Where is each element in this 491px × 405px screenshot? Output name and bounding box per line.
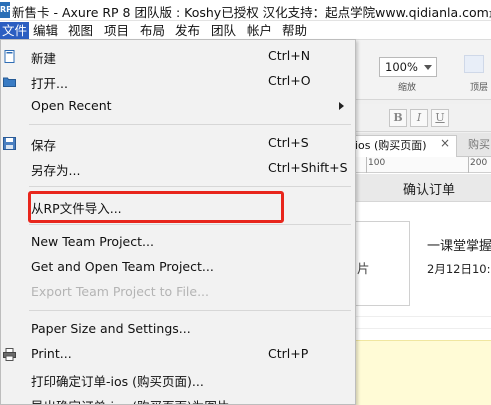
window-title: 新售卡 - Axure RP 8 团队版 : Koshy已授权 汉化支持：起点学… — [12, 5, 491, 20]
menu-separator — [29, 186, 351, 187]
menu-separator — [29, 310, 351, 311]
highlight-box — [28, 191, 284, 223]
menu-item-label: Open Recent — [31, 98, 112, 113]
divider — [350, 328, 491, 329]
new-file-icon — [4, 50, 15, 63]
menu-item-label: 保存 — [31, 138, 57, 153]
menu-item-label: Export Team Project to File... — [31, 284, 210, 299]
menu-item-get-open-team-project[interactable]: Get and Open Team Project... — [1, 255, 355, 279]
chevron-down-icon — [424, 65, 432, 70]
menu-separator — [29, 124, 351, 125]
menu-item-save-as[interactable]: 另存为... Ctrl+Shift+S — [1, 156, 355, 180]
zoom-value: 100% — [385, 60, 418, 74]
menu-item-label: 新建 — [31, 51, 57, 66]
menu-separator — [29, 224, 351, 225]
underline-button[interactable]: U — [431, 109, 449, 127]
menu-item-shortcut: Ctrl+S — [268, 135, 309, 150]
ruler-tick — [366, 157, 367, 173]
menu-item-new[interactable]: 新建 Ctrl+N — [1, 44, 355, 68]
menu-item-label: 打印确定订单-ios (购买页面)... — [31, 374, 204, 389]
divider — [350, 316, 491, 317]
top-layer-label: 顶层 — [470, 83, 489, 93]
menu-item-label: 另存为... — [31, 163, 81, 178]
tab-purchase[interactable]: 购买 — [464, 135, 491, 157]
menu-layout[interactable]: 布局 — [138, 22, 167, 39]
menu-item-label: New Team Project... — [31, 234, 154, 249]
ruler-number: 100 — [368, 158, 386, 168]
title-bar: RP 新售卡 - Axure RP 8 团队版 : Koshy已授权 汉化支持：… — [0, 0, 491, 21]
menu-item-export-image[interactable]: 导出确定订单-ios (购买页面)为图片... — [1, 392, 355, 404]
course-title: 一课堂掌握 — [427, 239, 491, 254]
menu-item-label: 导出确定订单-ios (购买页面)为图片... — [31, 396, 241, 404]
menu-item-shortcut: Ctrl+N — [268, 48, 311, 63]
top-layer-button[interactable] — [464, 55, 484, 73]
menu-bar: 文件 编辑 视图 项目 布局 发布 团队 帐户 帮助 — [0, 21, 491, 40]
menu-item-label: 打开... — [31, 76, 68, 91]
menu-item-paper-size[interactable]: Paper Size and Settings... — [1, 317, 355, 341]
menu-item-label: Get and Open Team Project... — [31, 259, 214, 274]
annotation-area — [350, 340, 491, 405]
menu-view[interactable]: 视图 — [66, 22, 95, 39]
menu-project[interactable]: 项目 — [102, 22, 131, 39]
image-placeholder-text: 片 — [357, 261, 370, 276]
ruler-tick — [468, 157, 469, 173]
menu-item-export-team-project: Export Team Project to File... — [1, 280, 355, 304]
menu-item-shortcut: Ctrl+O — [268, 73, 311, 88]
menu-account[interactable]: 帐户 — [245, 22, 274, 39]
italic-button[interactable]: I — [410, 109, 428, 127]
menu-item-open[interactable]: 打开... Ctrl+O — [1, 69, 355, 93]
open-folder-icon — [3, 77, 16, 87]
ruler-number: 200 — [470, 158, 488, 168]
printer-icon — [3, 348, 16, 361]
menu-item-print-page[interactable]: 打印确定订单-ios (购买页面)... — [1, 367, 355, 391]
menu-item-shortcut: Ctrl+Shift+S — [268, 160, 348, 175]
course-date: 2月12日10:3 — [427, 262, 491, 276]
axure-app-icon: RP — [0, 2, 12, 18]
close-icon[interactable]: × — [440, 136, 450, 150]
menu-file[interactable]: 文件 — [0, 22, 30, 39]
menu-item-shortcut: Ctrl+P — [268, 346, 309, 361]
menu-item-save[interactable]: 保存 Ctrl+S — [1, 131, 355, 155]
menu-item-print[interactable]: Print... Ctrl+P — [1, 342, 355, 366]
menu-item-label: Paper Size and Settings... — [31, 321, 191, 336]
bold-button[interactable]: B — [389, 109, 407, 127]
menu-publish[interactable]: 发布 — [173, 22, 202, 39]
menu-item-new-team-project[interactable]: New Team Project... — [1, 230, 355, 254]
menu-item-label: Print... — [31, 346, 72, 361]
save-icon — [3, 137, 16, 150]
submenu-arrow-icon — [339, 102, 344, 110]
menu-help[interactable]: 帮助 — [280, 22, 309, 39]
menu-edit[interactable]: 编辑 — [31, 22, 60, 39]
page-title: 确认订单 — [403, 183, 456, 198]
zoom-select[interactable]: 100% — [379, 57, 437, 77]
menu-team[interactable]: 团队 — [209, 22, 238, 39]
menu-item-open-recent[interactable]: Open Recent — [1, 94, 355, 118]
zoom-label: 缩放 — [398, 83, 417, 93]
